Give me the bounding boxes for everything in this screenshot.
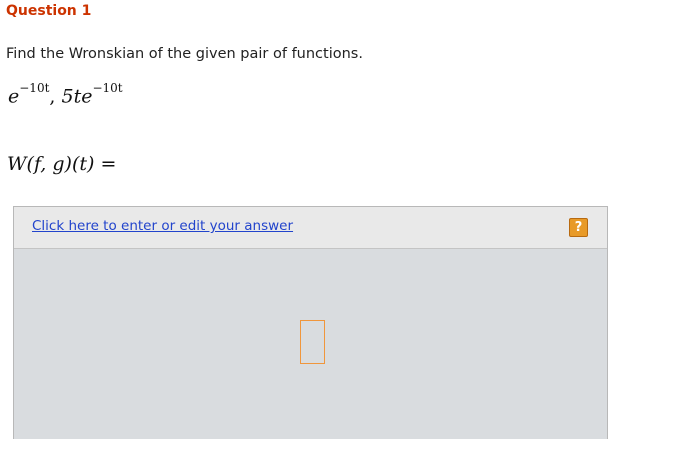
answer-area[interactable]: Click here to enter or edit your answer … bbox=[13, 206, 608, 439]
function-g-exponent: −10t bbox=[92, 81, 123, 95]
function-g-base: 5te bbox=[61, 85, 93, 108]
question-prompt: Find the Wronskian of the given pair of … bbox=[6, 46, 363, 62]
question-title: Question 1 bbox=[6, 3, 92, 19]
function-f-exponent: −10t bbox=[19, 81, 50, 95]
function-pair: e−10t, 5te−10t bbox=[8, 81, 123, 108]
help-icon[interactable]: ? bbox=[569, 218, 588, 237]
answer-header: Click here to enter or edit your answer … bbox=[14, 207, 607, 249]
enter-answer-link[interactable]: Click here to enter or edit your answer bbox=[32, 218, 293, 234]
function-separator: , bbox=[49, 85, 62, 108]
wronskian-expression: W(f, g)(t) = bbox=[7, 153, 116, 175]
wronskian-label: W(f, g)(t) = bbox=[7, 153, 117, 175]
function-f-base: e bbox=[8, 85, 20, 108]
answer-input-placeholder[interactable] bbox=[300, 320, 325, 364]
